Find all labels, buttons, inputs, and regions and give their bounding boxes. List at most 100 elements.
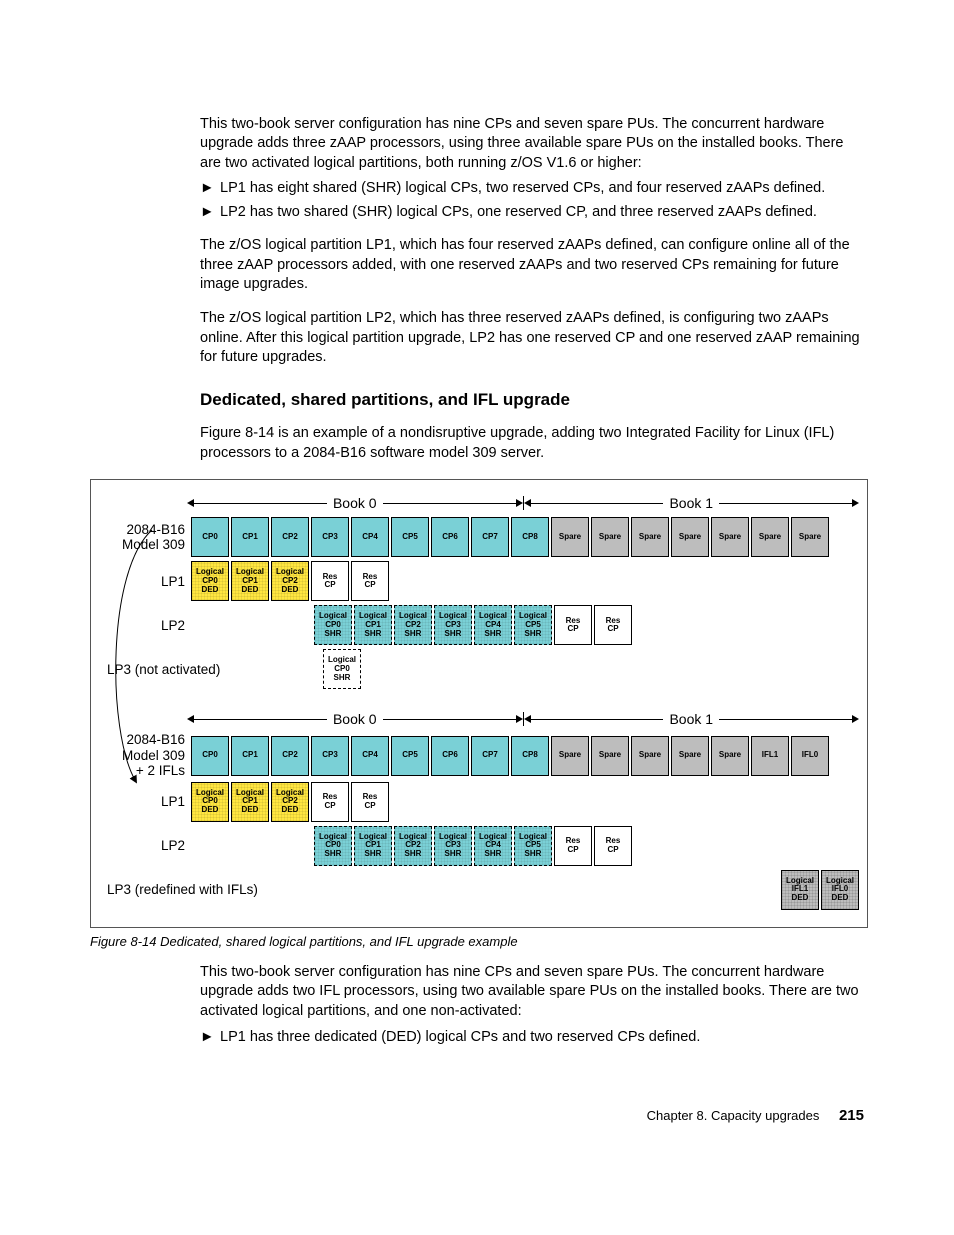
diagram-cell: CP8 xyxy=(511,736,549,776)
diagram-cell: CP4 xyxy=(351,517,389,557)
book1-label: Book 1 xyxy=(663,495,719,511)
bullet-icon: ► xyxy=(200,179,220,199)
range-arrow-left-icon xyxy=(187,499,194,507)
diagram-cell: ResCP xyxy=(594,605,632,645)
diagram-cell: ResCP xyxy=(554,826,592,866)
row-lp1-a: LP1 LogicalCP0DEDLogicalCP1DEDLogicalCP2… xyxy=(99,560,859,602)
diagram-cell: CP3 xyxy=(311,517,349,557)
diagram-cell: Spare xyxy=(671,736,709,776)
diagram-cell: LogicalCP3SHR xyxy=(434,605,472,645)
range-arrow-right-icon xyxy=(516,499,523,507)
book-range-top-b: Book 0 Book 1 xyxy=(187,710,859,728)
row-lp2-b: LP2 LogicalCP0SHRLogicalCP1SHRLogicalCP2… xyxy=(99,825,859,867)
diagram-cell: CP5 xyxy=(391,517,429,557)
diagram-cell: LogicalCP0SHR xyxy=(314,605,352,645)
row-model-b: 2084-B16 Model 309 + 2 IFLs CP0CP1CP2CP3… xyxy=(99,732,859,779)
bullet-text: LP1 has eight shared (SHR) logical CPs, … xyxy=(220,179,825,199)
diagram-cell: LogicalCP1DED xyxy=(231,561,269,601)
lp2-para: The z/OS logical partition LP2, which ha… xyxy=(200,309,864,368)
diagram-cell: ResCP xyxy=(554,605,592,645)
lp2-label-b: LP2 xyxy=(99,838,191,854)
diagram-cell: LogicalCP4SHR xyxy=(474,605,512,645)
diagram-cell: CP2 xyxy=(271,517,309,557)
row-lp3-a: LP3 (not activated) LogicalCP0SHR xyxy=(99,648,859,690)
diagram-cell: CP3 xyxy=(311,736,349,776)
book1-label-b: Book 1 xyxy=(663,711,719,727)
diagram-cell: Spare xyxy=(711,517,749,557)
diagram-cell: CP1 xyxy=(231,517,269,557)
diagram-cell: ResCP xyxy=(594,826,632,866)
diagram-cell: Spare xyxy=(671,517,709,557)
bullet-icon: ► xyxy=(200,1028,220,1048)
intro-para: This two-book server configuration has n… xyxy=(200,115,864,174)
diagram-cell: LogicalCP2DED xyxy=(271,561,309,601)
bullet-text: LP2 has two shared (SHR) logical CPs, on… xyxy=(220,203,817,223)
diagram-cell: Spare xyxy=(551,736,589,776)
range-arrow-right-icon xyxy=(852,499,859,507)
diagram-cell: Spare xyxy=(631,736,669,776)
chapter-label: Chapter 8. Capacity upgrades xyxy=(647,1108,820,1123)
diagram-cell: CP6 xyxy=(431,736,469,776)
diagram-cell: LogicalCP2SHR xyxy=(394,605,432,645)
range-arrow-right-icon xyxy=(852,715,859,723)
diagram-cell: CP2 xyxy=(271,736,309,776)
after-fig-para: This two-book server configuration has n… xyxy=(200,963,864,1022)
after-bullet-lp1: ► LP1 has three dedicated (DED) logical … xyxy=(200,1028,864,1048)
range-arrow-right-icon xyxy=(516,715,523,723)
diagram-cell: CP0 xyxy=(191,736,229,776)
lp1-label-b: LP1 xyxy=(99,794,191,810)
model-label-b: 2084-B16 Model 309 + 2 IFLs xyxy=(99,732,191,779)
book0-label-b: Book 0 xyxy=(327,711,383,727)
diagram-cell: ResCP xyxy=(311,782,349,822)
diagram-cell: LogicalCP5SHR xyxy=(514,605,552,645)
diagram-cell: Spare xyxy=(551,517,589,557)
range-arrow-left-icon xyxy=(524,499,531,507)
diagram-cell: LogicalCP0DED xyxy=(191,782,229,822)
bullet-lp1: ► LP1 has eight shared (SHR) logical CPs… xyxy=(200,179,864,199)
row-lp2-a: LP2 LogicalCP0SHRLogicalCP1SHRLogicalCP2… xyxy=(99,604,859,646)
row-model-a: 2084-B16 Model 309 CP0CP1CP2CP3CP4CP5CP6… xyxy=(99,516,859,558)
diagram-cell: CP7 xyxy=(471,736,509,776)
book-range-top-a: Book 0 Book 1 xyxy=(187,494,859,512)
diagram-cell: LogicalCP0SHR xyxy=(323,649,361,689)
page-number: 215 xyxy=(839,1107,864,1124)
lp2-label: LP2 xyxy=(99,618,191,634)
diagram-cell: LogicalCP1DED xyxy=(231,782,269,822)
page-footer: Chapter 8. Capacity upgrades 215 xyxy=(90,1107,864,1124)
row-lp3-b: LP3 (redefined with IFLs) LogicalIFL1DED… xyxy=(99,869,859,911)
diagram-cell: LogicalCP2SHR xyxy=(394,826,432,866)
diagram-cell: ResCP xyxy=(351,561,389,601)
bullet-icon: ► xyxy=(200,203,220,223)
diagram-cell: LogicalCP2DED xyxy=(271,782,309,822)
diagram-cell: Spare xyxy=(631,517,669,557)
diagram-cell: CP6 xyxy=(431,517,469,557)
diagram-cell: CP5 xyxy=(391,736,429,776)
diagram-cell: CP4 xyxy=(351,736,389,776)
diagram-cell: ResCP xyxy=(311,561,349,601)
bullet-text: LP1 has three dedicated (DED) logical CP… xyxy=(220,1028,700,1048)
diagram-cell: Spare xyxy=(711,736,749,776)
diagram-cell: LogicalCP1SHR xyxy=(354,826,392,866)
lp1-label: LP1 xyxy=(99,574,191,590)
figure-8-14: Book 0 Book 1 2084-B16 Model 309 CP0CP1C… xyxy=(90,479,868,928)
diagram-cell: IFL1 xyxy=(751,736,789,776)
section-heading: Dedicated, shared partitions, and IFL up… xyxy=(200,390,864,410)
diagram-cell: Spare xyxy=(591,736,629,776)
diagram-cell: CP1 xyxy=(231,736,269,776)
diagram-cell: LogicalCP1SHR xyxy=(354,605,392,645)
section-para: Figure 8-14 is an example of a nondisrup… xyxy=(200,424,864,463)
bullet-lp2: ► LP2 has two shared (SHR) logical CPs, … xyxy=(200,203,864,223)
row-lp1-b: LP1 LogicalCP0DEDLogicalCP1DEDLogicalCP2… xyxy=(99,781,859,823)
diagram-cell: CP0 xyxy=(191,517,229,557)
figure-caption: Figure 8-14 Dedicated, shared logical pa… xyxy=(90,934,864,949)
diagram-cell: IFL0 xyxy=(791,736,829,776)
diagram-cell: Spare xyxy=(791,517,829,557)
diagram-cell: ResCP xyxy=(351,782,389,822)
lp3-label-b: LP3 (redefined with IFLs) xyxy=(99,882,323,898)
diagram-cell: LogicalCP3SHR xyxy=(434,826,472,866)
diagram-cell: CP8 xyxy=(511,517,549,557)
diagram-cell: Spare xyxy=(751,517,789,557)
model-label-a: 2084-B16 Model 309 xyxy=(99,522,191,553)
diagram-cell: LogicalCP0SHR xyxy=(314,826,352,866)
diagram-cell: LogicalIFL1DED xyxy=(781,870,819,910)
